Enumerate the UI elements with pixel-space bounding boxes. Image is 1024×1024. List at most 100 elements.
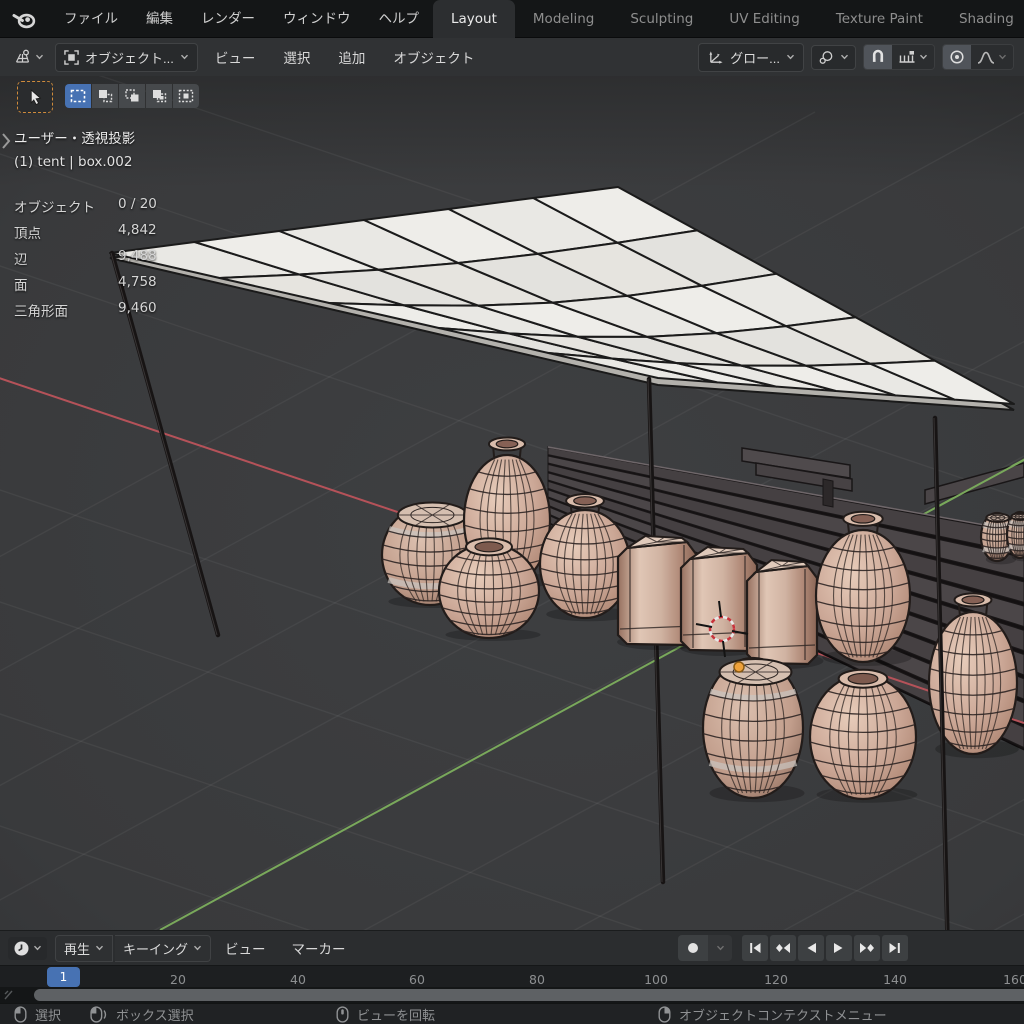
timeline-editor-type-dropdown[interactable] [8, 937, 47, 960]
pivot-point-icon [818, 50, 834, 65]
timeline-scrollbar[interactable] [34, 989, 1024, 1001]
select-mode-intersect-button[interactable] [173, 84, 199, 108]
play-reverse-icon [805, 942, 817, 954]
play-button[interactable] [826, 935, 852, 961]
timeline-ruler[interactable]: 20 40 60 80 100 120 140 160 1 [0, 965, 1024, 988]
menu-render[interactable]: レンダー [187, 0, 269, 38]
timeline-menu-marker[interactable]: マーカー [280, 938, 358, 958]
mode-dropdown[interactable]: オブジェクト... [55, 43, 198, 72]
tab-layout[interactable]: Layout [433, 0, 515, 38]
editor-corner-handle[interactable] [4, 989, 14, 1001]
record-icon [687, 942, 699, 954]
3d-viewport-editor-icon [13, 49, 32, 65]
previous-keyframe-button[interactable] [770, 935, 796, 961]
ruler-tick: 120 [759, 972, 793, 987]
select-mode-subtract-button[interactable] [119, 84, 145, 108]
clock-icon [13, 940, 30, 957]
statusbar-rotate-view-hint: ビューを回転 [336, 1004, 435, 1024]
workspace-tabs: Layout Modeling Sculpting UV Editing Tex… [433, 0, 1024, 38]
record-group [678, 935, 732, 961]
menu-help[interactable]: ヘルプ [365, 0, 434, 38]
stat-triangles: 三角形面9,460 [14, 300, 157, 326]
chevron-down-icon [840, 54, 849, 60]
editor-type-dropdown[interactable] [8, 45, 49, 69]
select-mode-extend-button[interactable] [92, 84, 118, 108]
jump-to-end-button[interactable] [882, 935, 908, 961]
mode-label: オブジェクト... [85, 48, 174, 67]
topbar-menus: ファイル 編集 レンダー ウィンドウ ヘルプ [50, 0, 433, 38]
menu-edit[interactable]: 編集 [132, 0, 187, 38]
ruler-tick: 160 [998, 972, 1024, 987]
proportional-toggle[interactable] [943, 45, 971, 69]
select-mode-new-button[interactable] [65, 84, 91, 108]
active-tool-select-box-button[interactable] [17, 81, 53, 113]
menu-object[interactable]: オブジェクト [382, 47, 485, 67]
select-new-icon [70, 89, 86, 103]
pivot-dropdown[interactable] [811, 45, 856, 70]
menu-add[interactable]: 追加 [327, 47, 376, 67]
ruler-tick: 80 [520, 972, 554, 987]
view-label: ユーザー・透視投影 [14, 127, 135, 147]
chevron-down-icon [33, 945, 42, 951]
select-mode-invert-button[interactable] [146, 84, 172, 108]
jump-to-start-button[interactable] [742, 935, 768, 961]
topbar: ファイル 編集 レンダー ウィンドウ ヘルプ Layout Modeling S… [0, 0, 1024, 38]
toolbar-expand-chevron-icon[interactable] [0, 130, 12, 152]
collection-label: (1) tent | box.002 [14, 154, 132, 170]
keying-dropdown[interactable]: キーイング [115, 935, 211, 962]
keying-options-dropdown[interactable] [708, 935, 732, 961]
blender-window: ファイル 編集 レンダー ウィンドウ ヘルプ Layout Modeling S… [0, 0, 1024, 1024]
select-intersect-icon [178, 89, 194, 103]
play-reverse-button[interactable] [798, 935, 824, 961]
auto-keying-record-button[interactable] [678, 935, 708, 961]
falloff-dropdown[interactable] [971, 45, 1013, 69]
3d-viewport[interactable]: ユーザー・透視投影 (1) tent | box.002 オブジェクト0 / 2… [0, 76, 1024, 930]
chevron-down-icon [180, 54, 189, 60]
tab-modeling[interactable]: Modeling [515, 0, 612, 38]
jump-to-end-icon [888, 942, 902, 954]
menu-window[interactable]: ウィンドウ [269, 0, 365, 38]
timeline-menu-view[interactable]: ビュー [213, 938, 278, 958]
next-keyframe-icon [859, 942, 875, 954]
next-keyframe-button[interactable] [854, 935, 880, 961]
viewport-header: オブジェクト... ビュー 選択 追加 オブジェクト グロー... [0, 38, 1024, 76]
tab-shading[interactable]: Shading [941, 0, 1024, 38]
menu-select[interactable]: 選択 [272, 47, 321, 67]
select-cursor-icon [28, 89, 43, 106]
statusbar-context-menu-hint: オブジェクトコンテクストメニュー [658, 1004, 887, 1024]
proportional-editing-icon [949, 49, 965, 65]
snap-settings-dropdown[interactable] [892, 45, 934, 69]
blender-logo-icon[interactable] [12, 9, 36, 29]
select-mode-row [65, 84, 199, 108]
menu-view[interactable]: ビュー [204, 47, 267, 67]
orientation-dropdown[interactable]: グロー... [698, 43, 804, 72]
menu-file[interactable]: ファイル [50, 0, 132, 38]
previous-keyframe-icon [775, 942, 791, 954]
timeline-scroll-area [0, 987, 1024, 1003]
playback-dropdown[interactable]: 再生 [55, 935, 113, 962]
tab-sculpting[interactable]: Sculpting [612, 0, 711, 38]
pottery-crate [747, 560, 824, 669]
tab-uv-editing[interactable]: UV Editing [711, 0, 817, 38]
mouse-left-drag-icon [90, 1006, 108, 1023]
chevron-down-icon [786, 54, 795, 60]
ruler-tick: 60 [400, 972, 434, 987]
chevron-down-icon [193, 945, 202, 951]
stat-vertices: 頂点4,842 [14, 222, 157, 248]
statusbar-box-select-hint: ボックス選択 [90, 1004, 194, 1024]
jump-to-start-icon [748, 942, 762, 954]
statusbar-select-hint: 選択 [14, 1004, 61, 1024]
tab-texture-paint[interactable]: Texture Paint [818, 0, 941, 38]
status-bar: 選択 ボックス選択 ビューを回転 オブジェクトコンテクストメニュー [0, 1003, 1024, 1024]
object-origin [734, 662, 744, 672]
snap-magnet-icon [870, 49, 886, 65]
chevron-down-icon [35, 54, 44, 60]
timeline-header: 再生 キーイング ビュー マーカー [0, 930, 1024, 965]
current-frame-playhead[interactable]: 1 [47, 967, 80, 987]
proportional-group [942, 44, 1014, 70]
ruler-tick: 40 [281, 972, 315, 987]
snap-group [863, 44, 935, 70]
chevron-down-icon [919, 54, 928, 60]
mouse-right-icon [658, 1006, 671, 1023]
snap-toggle[interactable] [864, 45, 892, 69]
